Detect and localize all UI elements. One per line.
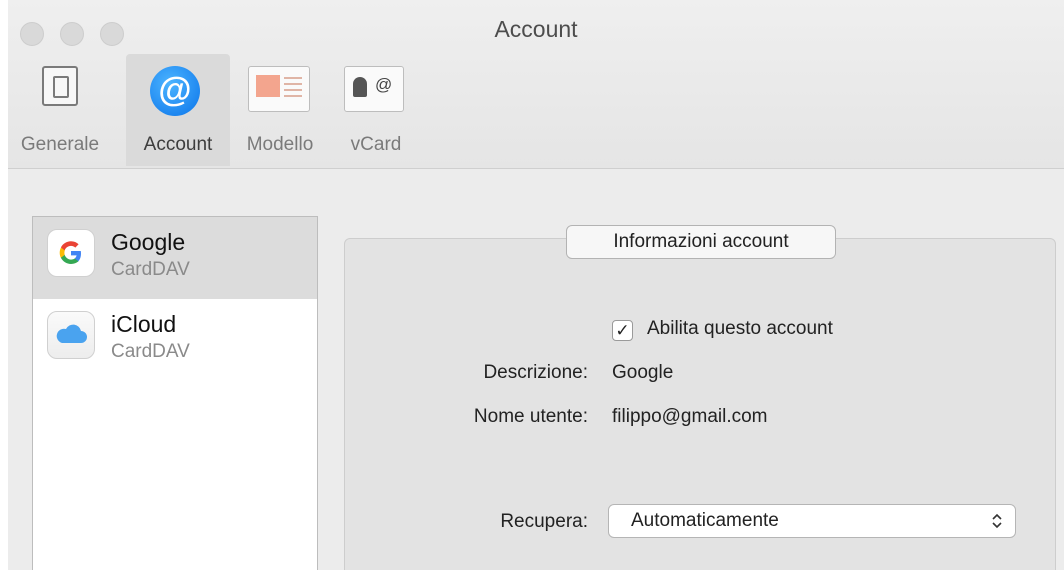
account-name: iCloud [111,311,177,337]
tab-vcard-label: vCard [350,134,402,155]
title-toolbar: Account Generale @ Account Modello @ vCa… [8,0,1064,169]
at-sign-icon: @ [150,66,200,116]
fetch-select[interactable]: Automaticamente [608,504,1016,538]
username-value: filippo@gmail.com [612,406,768,427]
description-label: Descrizione: [483,362,588,383]
tab-account-label: Account [143,134,213,155]
tab-account[interactable]: @ Account [126,54,230,166]
tab-modello-label: Modello [246,134,314,155]
template-icon [248,66,310,112]
account-item-icloud[interactable]: iCloud CardDAV [33,299,317,381]
accounts-list[interactable]: Google CardDAV iCloud CardDAV [32,216,318,570]
window-title: Account [494,16,578,42]
fetch-label: Recupera: [500,511,588,532]
enable-account-checkbox[interactable]: ✓ [612,320,633,341]
preferences-window: Account Generale @ Account Modello @ vCa… [8,0,1064,570]
desktop-edge [0,0,8,570]
description-value: Google [612,362,674,383]
account-name: Google [111,229,186,255]
enable-account-label[interactable]: Abilita questo account [647,318,833,340]
account-type: CardDAV [111,259,190,280]
tab-generale-label: Generale [20,134,100,155]
vcard-icon: @ [344,66,404,112]
icloud-icon [47,311,95,359]
tab-vcard[interactable]: @ vCard [338,54,414,166]
section-title: Informazioni account [566,225,836,259]
account-item-google[interactable]: Google CardDAV [33,217,317,299]
google-logo-icon [47,229,95,277]
account-type: CardDAV [111,341,190,362]
tab-generale[interactable]: Generale [8,54,112,166]
username-label: Nome utente: [473,406,588,427]
fetch-select-value: Automaticamente [631,510,779,531]
tab-modello[interactable]: Modello [232,54,328,166]
general-switch-icon [42,66,78,106]
updown-chevron-icon [992,513,1002,529]
